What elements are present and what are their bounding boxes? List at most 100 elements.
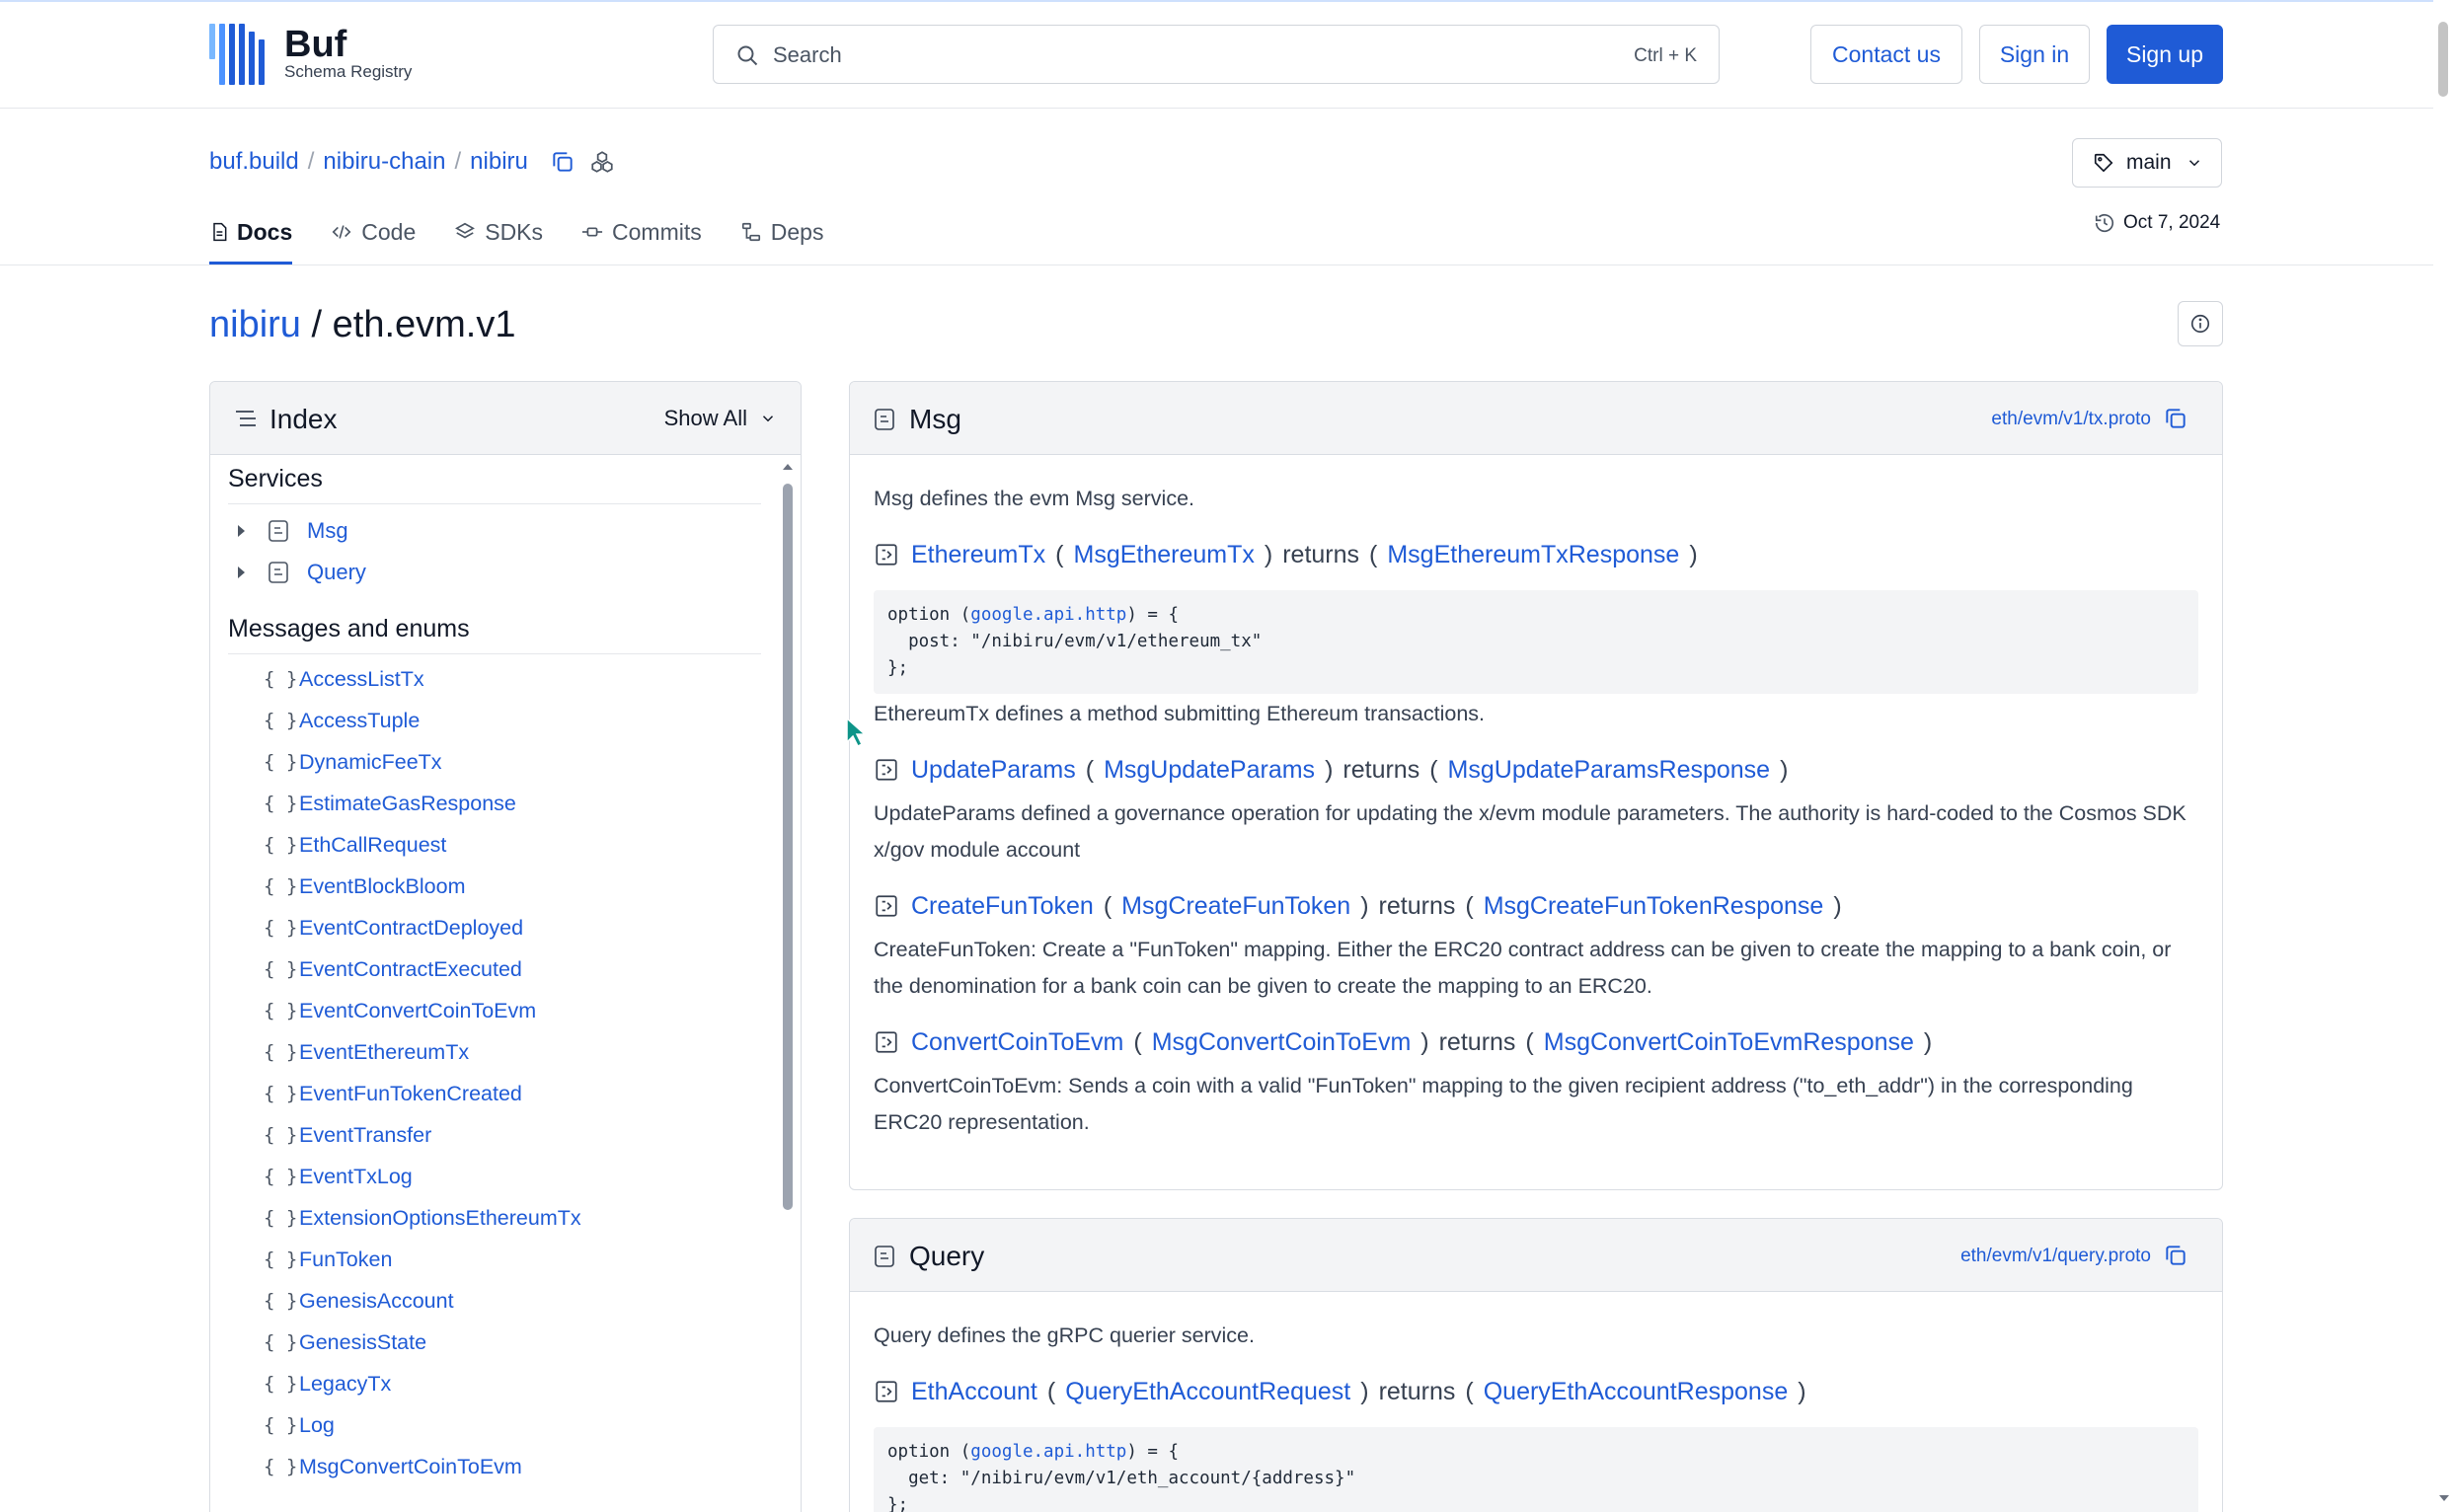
caret-right-icon[interactable] <box>234 524 248 538</box>
tab-deps-label: Deps <box>770 218 824 245</box>
index-message-link[interactable]: FunToken <box>299 1247 392 1272</box>
index-service-msg-link[interactable]: Msg <box>307 518 348 544</box>
index-message-link[interactable]: MsgConvertCoinToEvm <box>299 1455 522 1479</box>
index-message-item[interactable]: { } EventEthereumTx <box>228 1031 777 1073</box>
rpc-name-link[interactable]: CreateFunToken <box>911 892 1094 921</box>
page-scrollbar[interactable] <box>2433 0 2455 1512</box>
branch-selector[interactable]: main <box>2072 138 2222 188</box>
index-message-item[interactable]: { } ExtensionOptionsEthereumTx <box>228 1197 777 1239</box>
rpc-returns: returns <box>1438 1027 1516 1056</box>
rpc-request-link[interactable]: QueryEthAccountRequest <box>1065 1378 1350 1406</box>
index-message-item[interactable]: { } EventBlockBloom <box>228 866 777 907</box>
tab-code[interactable]: Code <box>330 207 416 257</box>
index-message-item[interactable]: { } FunToken <box>228 1239 777 1280</box>
index-message-link[interactable]: DynamicFeeTx <box>299 750 442 775</box>
index-message-item[interactable]: { } MsgConvertCoinToEvm <box>228 1446 777 1487</box>
scroll-down-arrow-icon[interactable] <box>2436 1492 2452 1504</box>
rpc-name-link[interactable]: EthAccount <box>911 1378 1037 1406</box>
index-message-item[interactable]: { } Log <box>228 1404 777 1446</box>
breadcrumb-owner-registry[interactable]: buf.build <box>209 148 299 176</box>
rpc-name-link[interactable]: ConvertCoinToEvm <box>911 1028 1123 1057</box>
rpc-response-link[interactable]: MsgCreateFunTokenResponse <box>1484 892 1824 921</box>
search-input[interactable]: Search Ctrl + K <box>713 25 1720 84</box>
index-message-link[interactable]: EventConvertCoinToEvm <box>299 999 536 1023</box>
rpc-response-link[interactable]: MsgEthereumTxResponse <box>1387 541 1679 569</box>
scroll-up-arrow-icon[interactable] <box>780 460 796 474</box>
tab-commits[interactable]: Commits <box>580 207 702 257</box>
index-message-link[interactable]: EventContractExecuted <box>299 957 522 982</box>
index-message-item[interactable]: { } EventTxLog <box>228 1156 777 1197</box>
title-repo-link[interactable]: nibiru <box>209 304 301 345</box>
index-message-link[interactable]: EthCallRequest <box>299 833 446 858</box>
index-message-link[interactable]: EstimateGasResponse <box>299 792 516 816</box>
caret-right-icon[interactable] <box>234 566 248 579</box>
service-icon <box>875 1246 894 1267</box>
index-message-link[interactable]: EventContractDeployed <box>299 916 523 941</box>
index-message-item[interactable]: { } EstimateGasResponse <box>228 783 777 824</box>
index-message-link[interactable]: GenesisState <box>299 1330 426 1355</box>
index-message-item[interactable]: { } EventContractDeployed <box>228 907 777 948</box>
index-message-link[interactable]: EventBlockBloom <box>299 874 466 899</box>
index-message-item[interactable]: { } AccessListTx <box>228 658 777 700</box>
index-message-link[interactable]: EventFunTokenCreated <box>299 1082 522 1106</box>
dependency-graph-icon[interactable] <box>589 149 615 175</box>
google-api-http-link[interactable]: google.api.http <box>970 1442 1126 1462</box>
search-placeholder: Search <box>773 42 842 67</box>
breadcrumb-org[interactable]: nibiru-chain <box>323 148 445 176</box>
proto-file-link[interactable]: eth/evm/v1/tx.proto <box>1991 409 2151 430</box>
rpc-response-link[interactable]: MsgUpdateParamsResponse <box>1448 756 1771 785</box>
sign-in-button[interactable]: Sign in <box>1979 25 2090 84</box>
rpc-request-link[interactable]: MsgCreateFunToken <box>1121 892 1350 921</box>
proto-file-link[interactable]: eth/evm/v1/query.proto <box>1960 1246 2151 1267</box>
index-message-link[interactable]: Log <box>299 1413 335 1438</box>
breadcrumb-repo[interactable]: nibiru <box>470 148 528 176</box>
index-message-link[interactable]: AccessTuple <box>299 709 420 733</box>
index-message-link[interactable]: EventTransfer <box>299 1123 431 1148</box>
index-message-item[interactable]: { } EventConvertCoinToEvm <box>228 990 777 1031</box>
tab-deps[interactable]: Deps <box>739 207 824 257</box>
rpc-request-link[interactable]: MsgConvertCoinToEvm <box>1152 1028 1412 1057</box>
index-service-query-link[interactable]: Query <box>307 560 366 585</box>
rpc-request-link[interactable]: MsgUpdateParams <box>1104 756 1315 785</box>
index-message-item[interactable]: { } EthCallRequest <box>228 824 777 866</box>
info-button[interactable] <box>2178 301 2223 346</box>
sign-up-button[interactable]: Sign up <box>2107 25 2223 84</box>
index-message-link[interactable]: AccessListTx <box>299 667 424 692</box>
rpc-name-link[interactable]: UpdateParams <box>911 756 1076 785</box>
index-message-link[interactable]: EventTxLog <box>299 1165 413 1189</box>
rpc-response-link[interactable]: QueryEthAccountResponse <box>1484 1378 1789 1406</box>
index-message-link[interactable]: ExtensionOptionsEthereumTx <box>299 1206 581 1231</box>
message-braces-icon: { } <box>264 1000 298 1021</box>
index-service-msg[interactable]: Msg <box>228 510 777 552</box>
index-scrollbar[interactable] <box>780 460 796 1210</box>
index-message-item[interactable]: { } EventContractExecuted <box>228 948 777 990</box>
index-service-query[interactable]: Query <box>228 552 777 593</box>
tab-docs[interactable]: Docs <box>209 207 293 265</box>
page-scrollbar-thumb[interactable] <box>2438 22 2448 97</box>
rpc-request-link[interactable]: MsgEthereumTx <box>1074 541 1255 569</box>
index-message-item[interactable]: { } EventFunTokenCreated <box>228 1073 777 1114</box>
tab-sdks[interactable]: SDKs <box>453 207 543 257</box>
message-braces-icon: { } <box>264 917 298 939</box>
index-message-item[interactable]: { } GenesisAccount <box>228 1280 777 1322</box>
index-message-item[interactable]: { } LegacyTx <box>228 1363 777 1404</box>
index-message-item[interactable]: { } GenesisState <box>228 1322 777 1363</box>
message-braces-icon: { } <box>264 834 298 856</box>
index-message-item[interactable]: { } EventTransfer <box>228 1114 777 1156</box>
index-message-link[interactable]: LegacyTx <box>299 1372 391 1397</box>
contact-us-button[interactable]: Contact us <box>1810 25 1962 84</box>
show-all-dropdown[interactable]: Show All <box>664 406 777 431</box>
index-message-link[interactable]: GenesisAccount <box>299 1289 454 1314</box>
service-title: Msg <box>909 404 961 434</box>
copy-icon[interactable] <box>2163 406 2188 431</box>
index-message-item[interactable]: { } AccessTuple <box>228 700 777 741</box>
index-scrollbar-thumb[interactable] <box>783 484 793 1210</box>
copy-icon[interactable] <box>550 149 575 175</box>
rpc-response-link[interactable]: MsgConvertCoinToEvmResponse <box>1544 1028 1914 1057</box>
rpc-name-link[interactable]: EthereumTx <box>911 541 1045 569</box>
index-message-item[interactable]: { } DynamicFeeTx <box>228 741 777 783</box>
google-api-http-link[interactable]: google.api.http <box>970 605 1126 625</box>
copy-icon[interactable] <box>2163 1243 2188 1268</box>
index-message-link[interactable]: EventEthereumTx <box>299 1040 469 1065</box>
buf-logo[interactable]: Buf Schema Registry <box>209 24 426 85</box>
